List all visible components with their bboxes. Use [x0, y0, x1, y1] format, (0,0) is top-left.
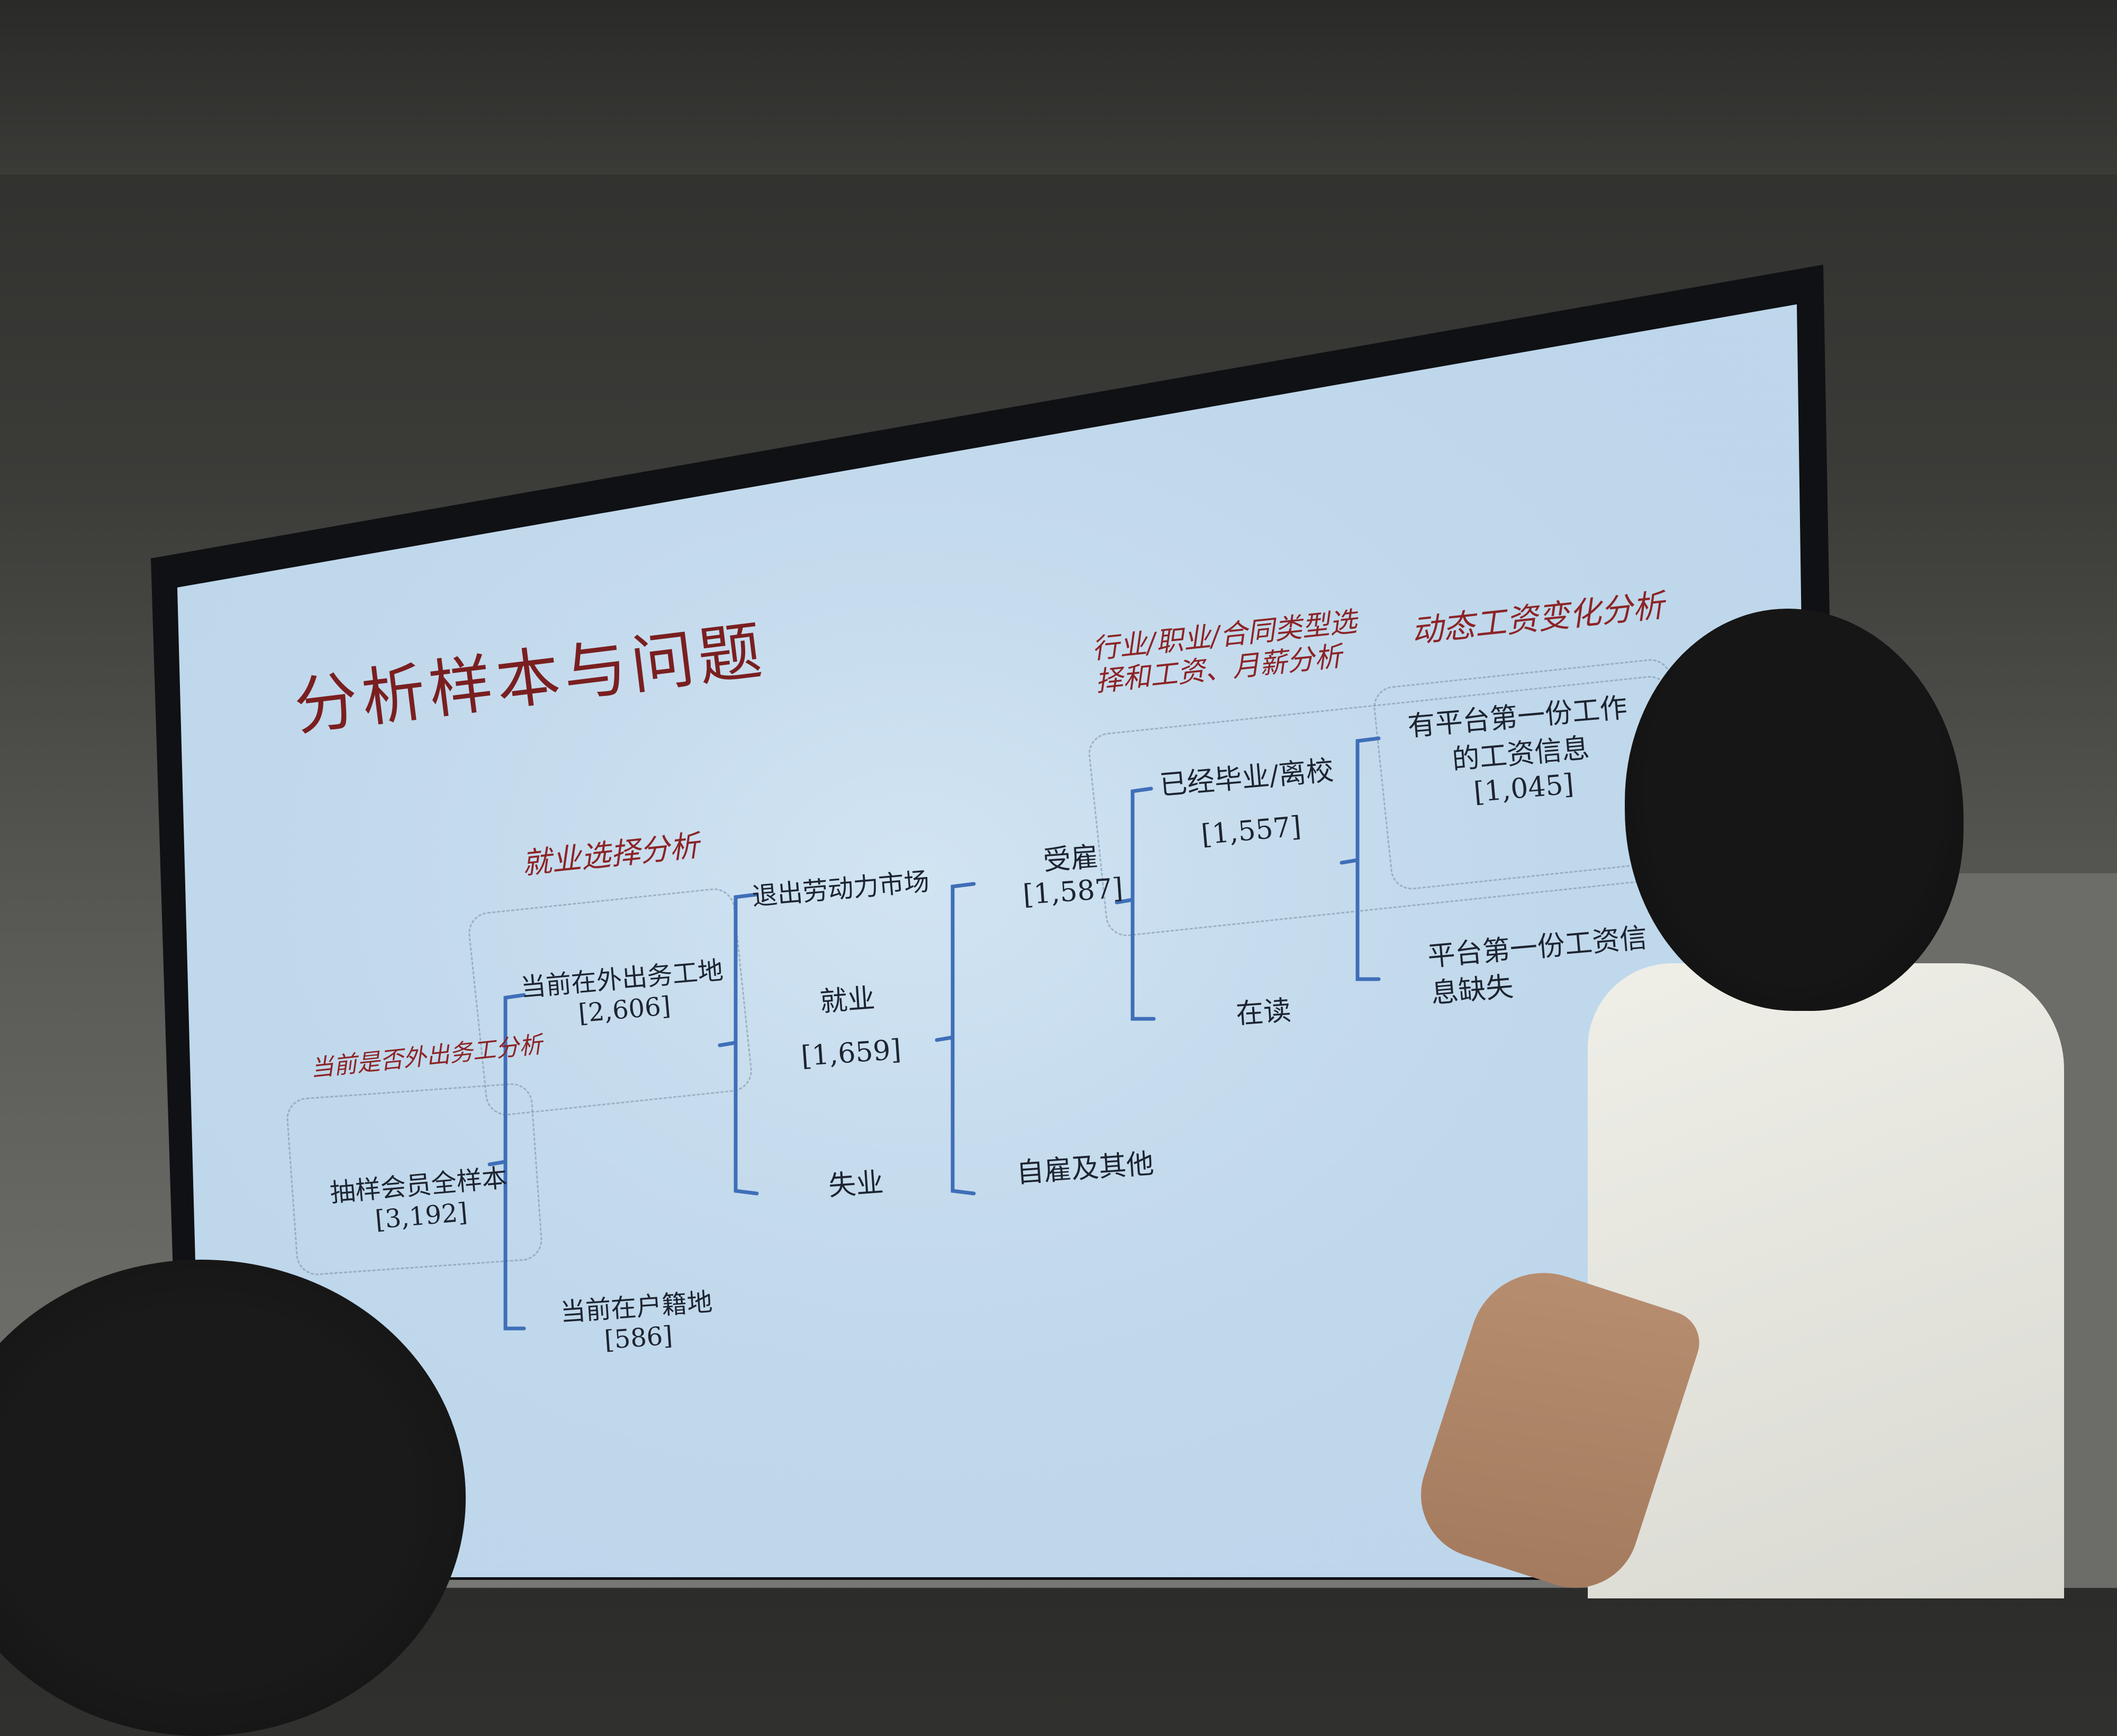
node-hometown: 当前在户籍地 [586] — [559, 1281, 716, 1358]
node-employed-count: [1,659] — [800, 1034, 902, 1073]
node-employed: 就业 [1,659] — [795, 971, 903, 1083]
bracket-employed — [935, 882, 976, 1196]
presenter-body — [1588, 963, 2064, 1598]
node-graduated: 已经毕业/离校 [1,557] — [1157, 744, 1341, 865]
bracket-graduated — [1340, 736, 1381, 981]
node-hired: 受雇 [1,587] — [1019, 833, 1124, 911]
node-has-wage: 有平台第一份工作 的工资信息 [1,045] — [1406, 689, 1635, 813]
node-hired-label: 受雇 — [1042, 841, 1099, 877]
node-in-school: 在读 — [1235, 994, 1292, 1030]
node-unemployed: 失业 — [827, 1167, 885, 1202]
node-employed-label: 就业 — [819, 982, 876, 1018]
bracket-migrant — [718, 892, 759, 1196]
